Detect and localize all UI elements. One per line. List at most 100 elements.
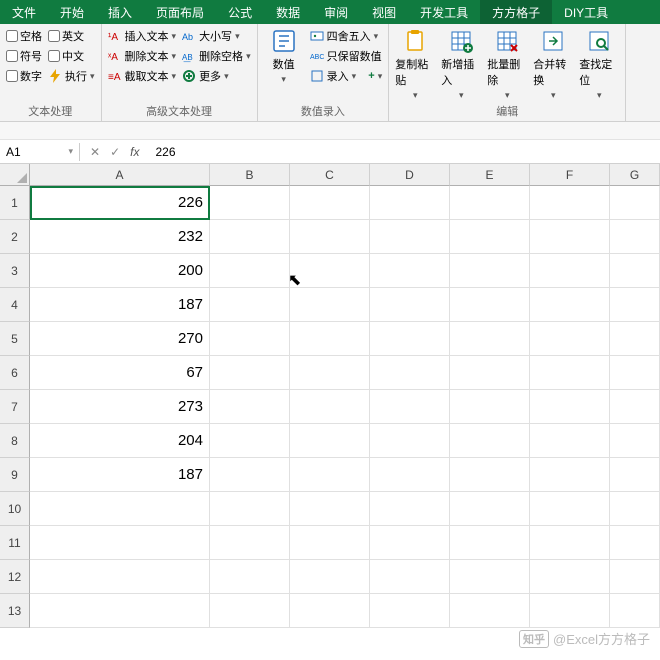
cell-A5[interactable]: 270 xyxy=(30,322,210,356)
keep-number-button[interactable]: ABC只保留数值 xyxy=(310,48,383,64)
delete-text-button[interactable]: ˣA删除文本▾ xyxy=(108,48,177,64)
batch-delete-button[interactable]: 批量删除▾ xyxy=(487,28,527,101)
cancel-icon[interactable]: ✕ xyxy=(90,145,100,159)
select-all-corner[interactable] xyxy=(0,164,30,186)
formula-input[interactable] xyxy=(149,143,660,161)
col-D[interactable]: D xyxy=(370,164,450,186)
row-7[interactable]: 7 xyxy=(0,390,30,424)
cell-G1[interactable] xyxy=(610,186,660,220)
ribbon: 空格 符号 数字 英文 中文 执行▾ 文本处理 ¹A插入文本▾ ˣA删除文本▾ … xyxy=(0,24,660,122)
chk-space[interactable]: 空格 xyxy=(6,28,42,44)
col-G[interactable]: G xyxy=(610,164,660,186)
tab-home[interactable]: 开始 xyxy=(48,0,96,24)
cell-C1[interactable] xyxy=(290,186,370,220)
svg-text:≡A: ≡A xyxy=(108,72,121,83)
cell-D1[interactable] xyxy=(370,186,450,220)
cell-A10[interactable] xyxy=(30,492,210,526)
cell-A3[interactable]: 200 xyxy=(30,254,210,288)
abc-icon: ABC xyxy=(310,49,324,63)
merge-convert-button[interactable]: 合并转换▾ xyxy=(533,28,573,101)
insert-new-button[interactable]: 新增插入▾ xyxy=(441,28,481,101)
value-icon xyxy=(271,28,297,54)
case-icon: Ab xyxy=(182,29,196,43)
tab-dev[interactable]: 开发工具 xyxy=(408,0,480,24)
tab-diy[interactable]: DIY工具 xyxy=(552,0,620,24)
chk-english[interactable]: 英文 xyxy=(48,28,95,44)
input-button[interactable]: 录入▾ +▾ xyxy=(310,68,383,84)
row-10[interactable]: 10 xyxy=(0,492,30,526)
tab-insert[interactable]: 插入 xyxy=(96,0,144,24)
cell-A9[interactable]: 187 xyxy=(30,458,210,492)
row-2[interactable]: 2 xyxy=(0,220,30,254)
trim-icon: A͟B xyxy=(182,49,196,63)
cell-A7[interactable]: 273 xyxy=(30,390,210,424)
value-button[interactable]: 数值▾ xyxy=(264,28,304,85)
cell-A12[interactable] xyxy=(30,560,210,594)
menu-tabs: 文件 开始 插入 页面布局 公式 数据 审阅 视图 开发工具 方方格子 DIY工… xyxy=(0,0,660,24)
col-E[interactable]: E xyxy=(450,164,530,186)
col-C[interactable]: C xyxy=(290,164,370,186)
row-9[interactable]: 9 xyxy=(0,458,30,492)
chk-chinese[interactable]: 中文 xyxy=(48,48,95,64)
cell-F1[interactable] xyxy=(530,186,610,220)
row-5[interactable]: 5 xyxy=(0,322,30,356)
plus-icon[interactable]: + xyxy=(368,70,374,82)
insert-text-icon: ¹A xyxy=(108,29,122,43)
find-locate-button[interactable]: 查找定位▾ xyxy=(579,28,619,101)
merge-icon xyxy=(540,28,566,54)
row-4[interactable]: 4 xyxy=(0,288,30,322)
round-button[interactable]: 四舍五入▾ xyxy=(310,28,383,44)
row-8[interactable]: 8 xyxy=(0,424,30,458)
trim-button[interactable]: A͟B删除空格▾ xyxy=(182,48,251,64)
delete-text-icon: ˣA xyxy=(108,49,122,63)
insert-text-button[interactable]: ¹A插入文本▾ xyxy=(108,28,177,44)
cut-text-button[interactable]: ≡A截取文本▾ xyxy=(108,68,177,84)
find-icon xyxy=(586,28,612,54)
tab-fanggezi[interactable]: 方方格子 xyxy=(480,0,552,24)
cell-E1[interactable] xyxy=(450,186,530,220)
cell-A1[interactable]: 226 xyxy=(30,186,210,220)
copy-paste-button[interactable]: 复制粘贴▾ xyxy=(395,28,435,101)
group-label-value: 数值录入 xyxy=(264,101,383,119)
cell-A6[interactable]: 67 xyxy=(30,356,210,390)
grid: A B C D E F G 1 226 2 232 3 200 4 187 5 … xyxy=(0,164,660,628)
cell-A13[interactable] xyxy=(30,594,210,628)
lightning-icon xyxy=(48,69,62,83)
row-6[interactable]: 6 xyxy=(0,356,30,390)
cut-text-icon: ≡A xyxy=(108,69,122,83)
zhihu-logo: 知乎 xyxy=(519,630,549,648)
col-F[interactable]: F xyxy=(530,164,610,186)
row-11[interactable]: 11 xyxy=(0,526,30,560)
watermark: 知乎 @Excel方方格子 xyxy=(519,629,650,648)
svg-text:A͟B: A͟B xyxy=(182,53,193,62)
more-button[interactable]: 更多▾ xyxy=(182,68,251,84)
tab-layout[interactable]: 页面布局 xyxy=(144,0,216,24)
exec-button[interactable]: 执行▾ xyxy=(48,68,95,84)
name-box[interactable]: A1▾ xyxy=(0,143,80,161)
insert-cells-icon xyxy=(448,28,474,54)
accept-icon[interactable]: ✓ xyxy=(110,145,120,159)
chk-symbol[interactable]: 符号 xyxy=(6,48,42,64)
row-1[interactable]: 1 xyxy=(0,186,30,220)
col-A[interactable]: A xyxy=(30,164,210,186)
case-button[interactable]: Ab大小写▾ xyxy=(182,28,251,44)
row-3[interactable]: 3 xyxy=(0,254,30,288)
tab-view[interactable]: 视图 xyxy=(360,0,408,24)
chk-number[interactable]: 数字 xyxy=(6,68,42,84)
clipboard-icon xyxy=(402,28,428,54)
cell-A11[interactable] xyxy=(30,526,210,560)
fx-icon[interactable]: fx xyxy=(130,145,139,159)
tab-data[interactable]: 数据 xyxy=(264,0,312,24)
tab-review[interactable]: 审阅 xyxy=(312,0,360,24)
col-B[interactable]: B xyxy=(210,164,290,186)
formula-bar: A1▾ ✕ ✓ fx xyxy=(0,140,660,164)
row-12[interactable]: 12 xyxy=(0,560,30,594)
group-label-adv: 高级文本处理 xyxy=(108,101,251,119)
cell-B1[interactable] xyxy=(210,186,290,220)
tab-file[interactable]: 文件 xyxy=(0,0,48,24)
tab-formula[interactable]: 公式 xyxy=(216,0,264,24)
cell-A4[interactable]: 187 xyxy=(30,288,210,322)
cell-A8[interactable]: 204 xyxy=(30,424,210,458)
cell-A2[interactable]: 232 xyxy=(30,220,210,254)
row-13[interactable]: 13 xyxy=(0,594,30,628)
